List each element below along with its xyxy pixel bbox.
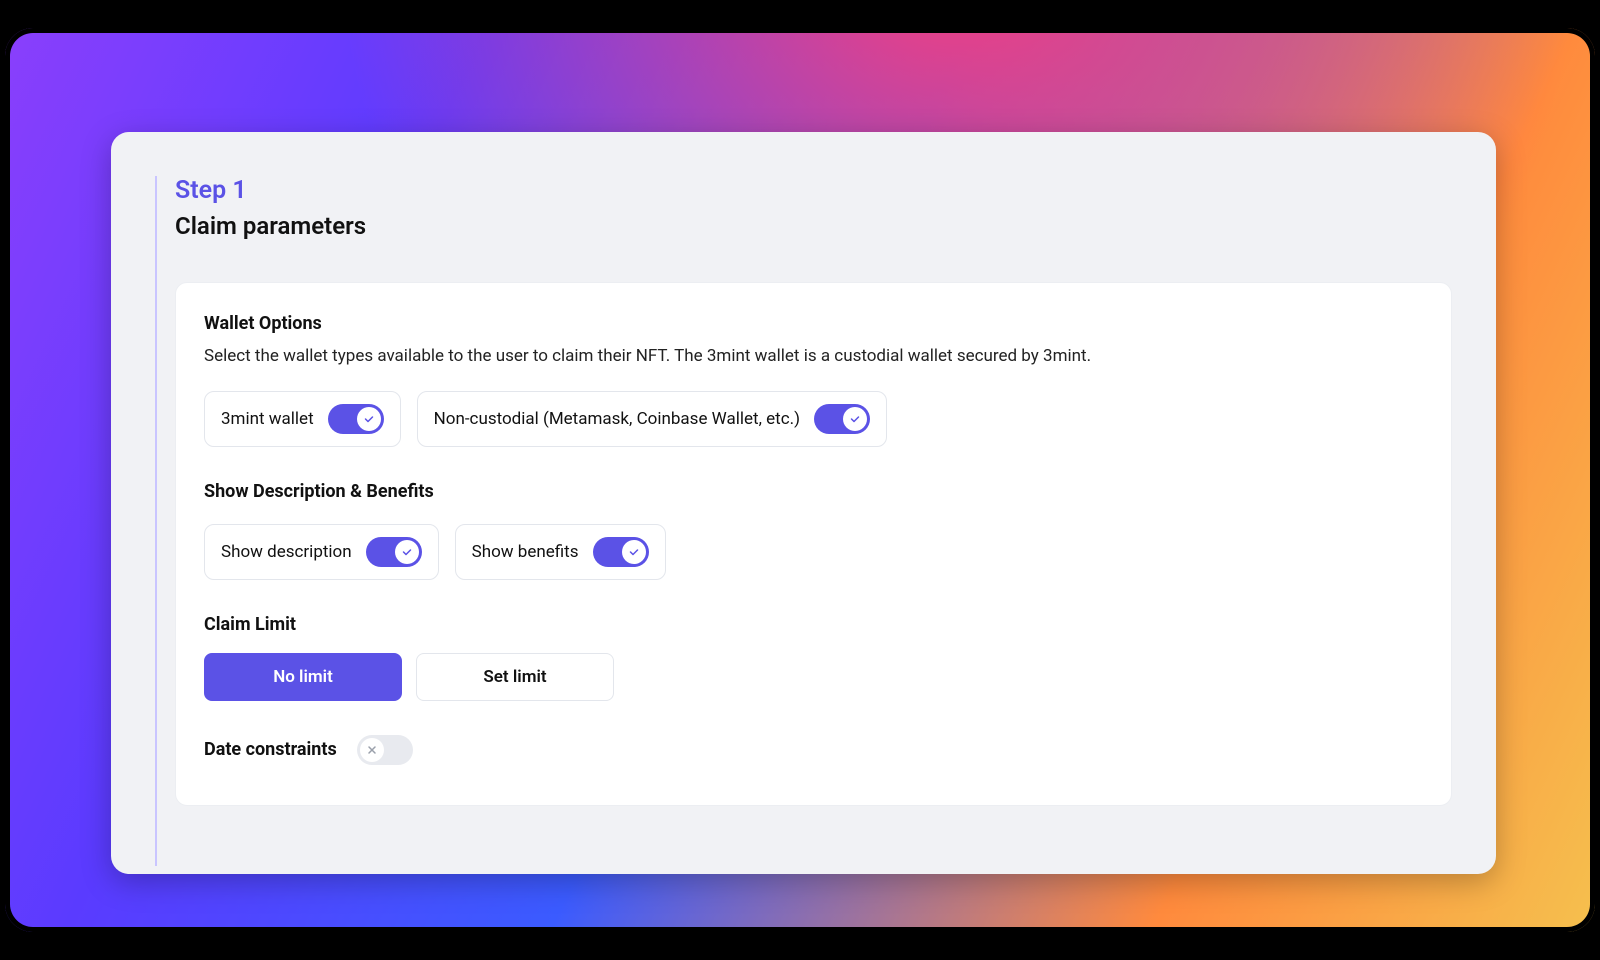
show-benefits-option: Show benefits	[455, 524, 666, 580]
check-icon	[357, 407, 381, 431]
show-db-row: Show description Show benefits	[204, 524, 1423, 580]
date-constraints-title: Date constraints	[204, 739, 337, 760]
wallet-3mint-label: 3mint wallet	[221, 409, 314, 429]
check-icon	[622, 540, 646, 564]
step-label: Step 1	[175, 176, 366, 206]
show-benefits-toggle[interactable]	[593, 537, 649, 567]
check-icon	[395, 540, 419, 564]
set-limit-button[interactable]: Set limit	[416, 653, 614, 701]
show-db-block: Show Description & Benefits Show descrip…	[204, 481, 1423, 580]
gradient-background: Step 1 Claim parameters Wallet Options S…	[5, 28, 1595, 932]
show-description-label: Show description	[221, 542, 352, 562]
wallet-noncustodial-toggle[interactable]	[814, 404, 870, 434]
parameters-card: Wallet Options Select the wallet types a…	[175, 282, 1452, 806]
wallet-noncustodial-option: Non-custodial (Metamask, Coinbase Wallet…	[417, 391, 887, 447]
wallet-options-title: Wallet Options	[204, 313, 1423, 334]
wallet-noncustodial-label: Non-custodial (Metamask, Coinbase Wallet…	[434, 409, 800, 429]
wallet-options-desc: Select the wallet types available to the…	[204, 344, 1423, 369]
show-description-toggle[interactable]	[366, 537, 422, 567]
date-constraints-toggle[interactable]	[357, 735, 413, 765]
no-limit-button[interactable]: No limit	[204, 653, 402, 701]
wallet-3mint-option: 3mint wallet	[204, 391, 401, 447]
date-constraints-row: Date constraints	[204, 735, 1423, 765]
claim-limit-segment: No limit Set limit	[204, 653, 1423, 701]
viewport: Step 1 Claim parameters Wallet Options S…	[0, 0, 1600, 960]
step-panel: Step 1 Claim parameters Wallet Options S…	[111, 132, 1496, 874]
show-db-title: Show Description & Benefits	[204, 481, 1423, 502]
show-benefits-label: Show benefits	[472, 542, 579, 562]
check-icon	[843, 407, 867, 431]
show-description-option: Show description	[204, 524, 439, 580]
wallet-options-row: 3mint wallet Non-custodial (Metamask, Co…	[204, 391, 1423, 447]
wallet-3mint-toggle[interactable]	[328, 404, 384, 434]
step-title: Claim parameters	[175, 212, 366, 240]
close-icon	[360, 738, 384, 762]
claim-limit-title: Claim Limit	[204, 614, 1423, 635]
claim-limit-block: Claim Limit No limit Set limit	[204, 614, 1423, 701]
